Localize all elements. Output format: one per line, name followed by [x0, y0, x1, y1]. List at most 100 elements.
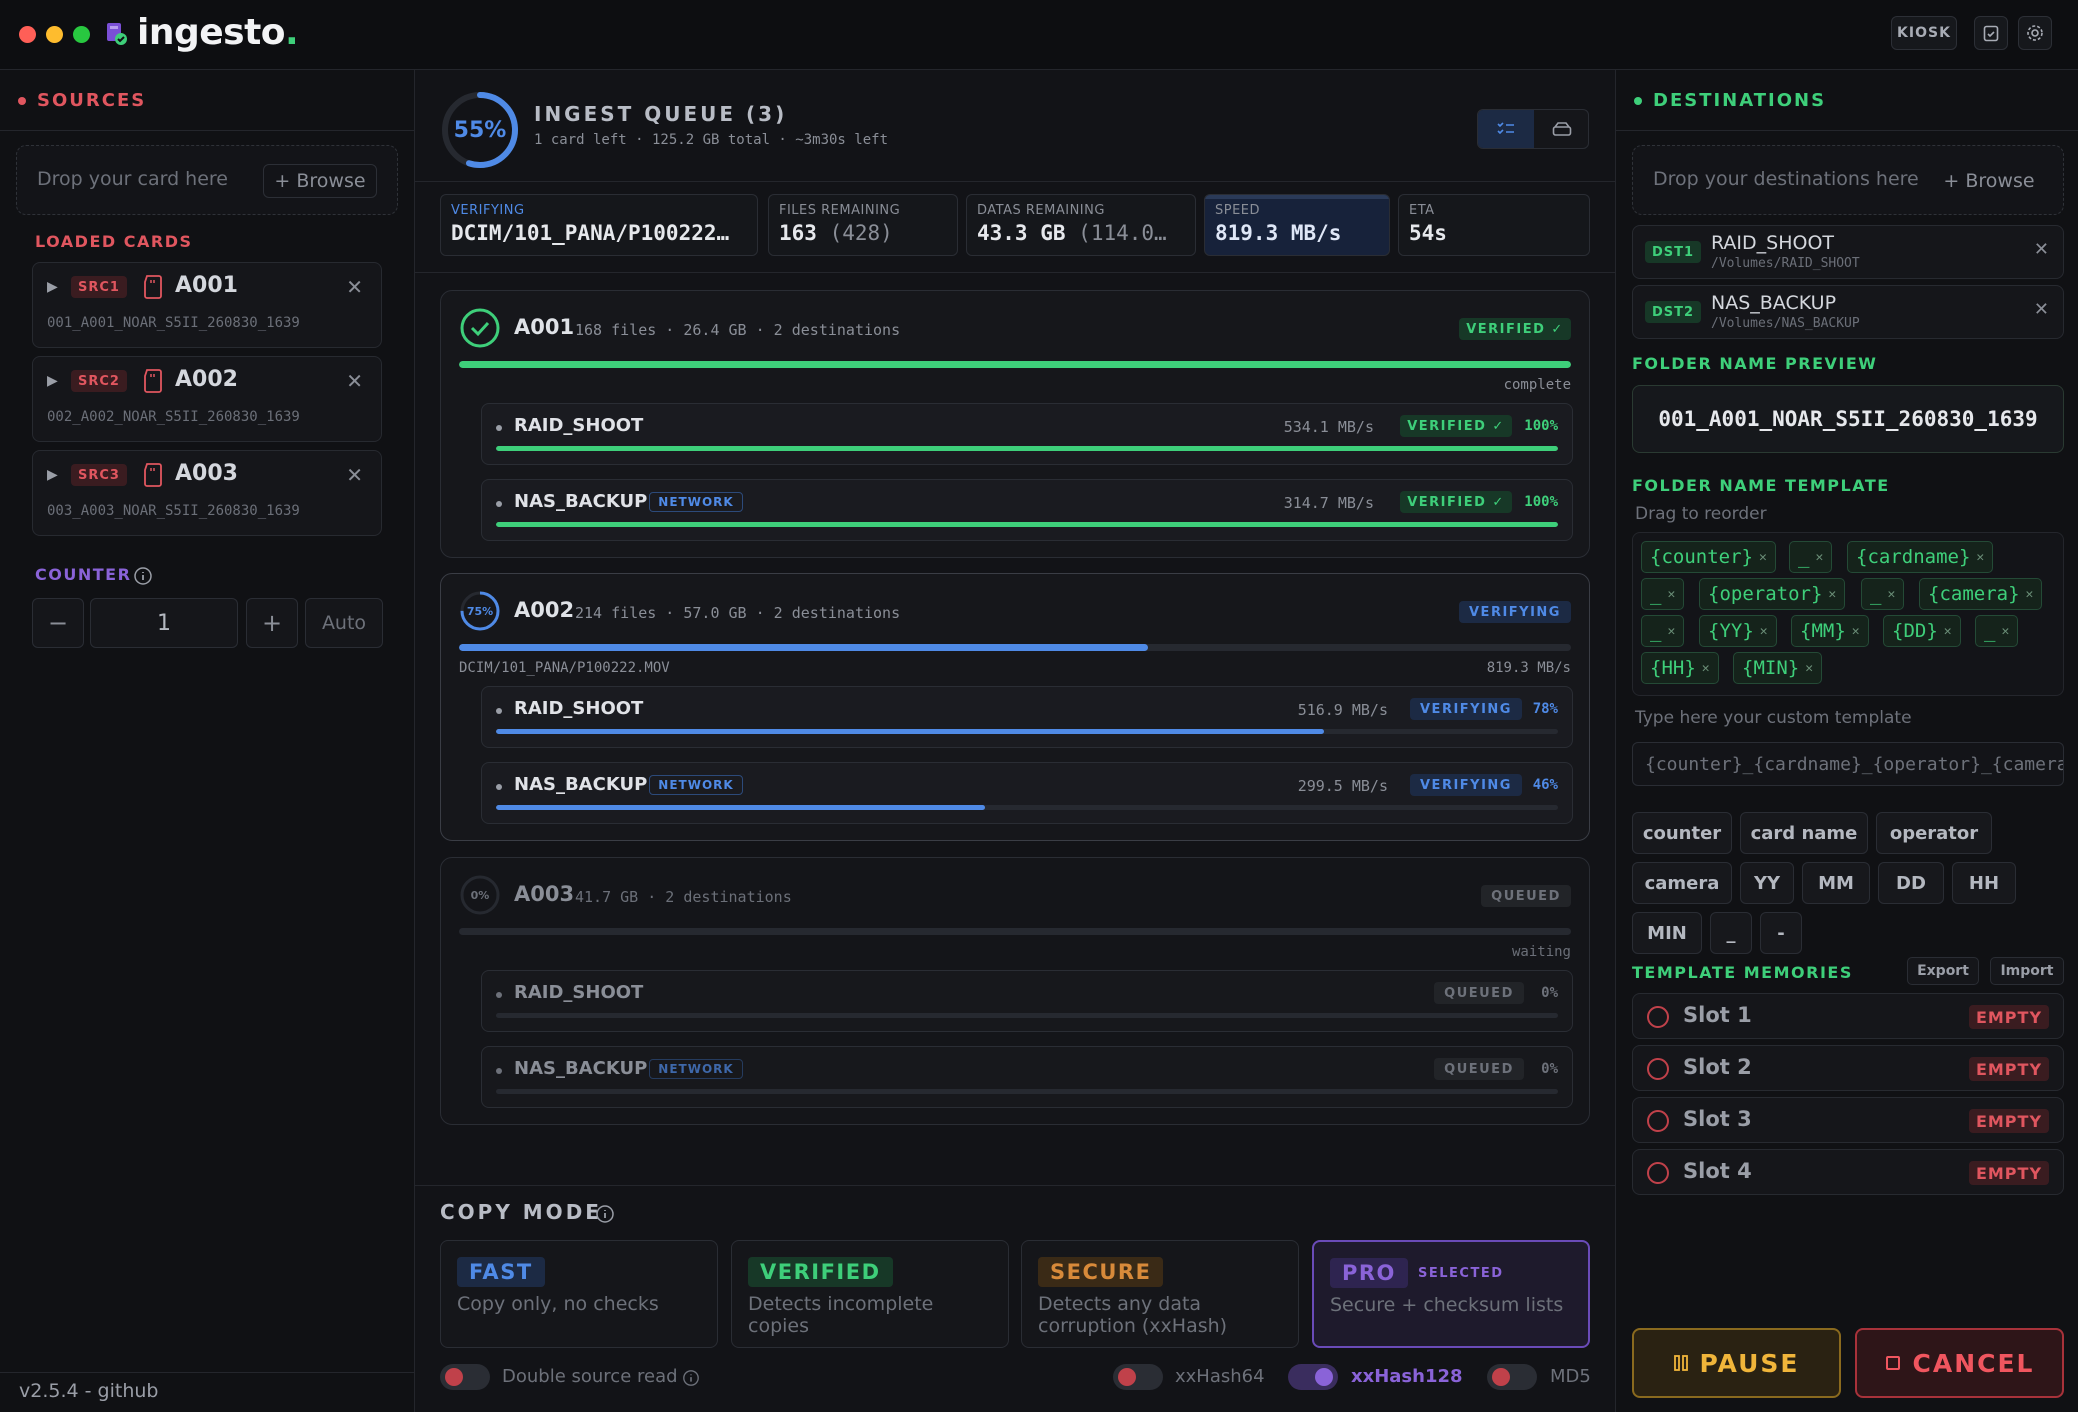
destination-name: RAID_SHOOT [514, 415, 644, 436]
token-button[interactable]: YY [1740, 862, 1794, 904]
destination-dropzone[interactable]: Drop your destinations here + Browse [1632, 145, 2064, 215]
template-chip[interactable]: {cardname} ✕ [1847, 541, 1994, 573]
memory-slot[interactable]: Slot 3 EMPTY [1632, 1097, 2064, 1143]
template-chip[interactable]: {camera} ✕ [1919, 578, 2043, 610]
token-button[interactable]: DD [1878, 862, 1944, 904]
counter-title: COUNTER [35, 565, 132, 584]
queue-card-details: 41.7 GB · 2 destinations [575, 888, 792, 906]
counter-input[interactable]: 1 [90, 598, 238, 648]
source-badge: SRC2 [71, 370, 127, 392]
destination-browse-button[interactable]: + Browse [1929, 164, 2049, 198]
cancel-button[interactable]: CANCEL [1855, 1328, 2064, 1398]
destination-progress: RAID_SHOOT 516.9 MB/s VERIFYING 78% [481, 686, 1573, 748]
counter-auto-button[interactable]: Auto [305, 598, 383, 648]
status-badge: QUEUED [1481, 885, 1571, 907]
remove-card-button[interactable]: ✕ [346, 463, 363, 487]
memory-slot[interactable]: Slot 4 EMPTY [1632, 1149, 2064, 1195]
drive-view-button[interactable] [1534, 110, 1590, 148]
template-chip[interactable]: _ ✕ [1641, 578, 1685, 610]
token-button[interactable]: MIN [1632, 912, 1702, 954]
token-button[interactable]: counter [1632, 812, 1732, 854]
token-button[interactable]: card name [1740, 812, 1868, 854]
destination-percent: 0% [1541, 985, 1558, 1001]
info-icon[interactable] [682, 1369, 700, 1387]
queue-title: INGEST QUEUE (3) [534, 102, 788, 126]
destination-percent: 46% [1532, 777, 1558, 793]
sources-dot-icon [18, 97, 26, 105]
xxhash64-label: xxHash64 [1175, 1366, 1265, 1387]
template-chip[interactable]: _ ✕ [1641, 615, 1685, 647]
template-chip[interactable]: _ ✕ [1789, 541, 1833, 573]
mode-secure[interactable]: SECURE Detects any data corruption (xxHa… [1021, 1240, 1299, 1348]
template-chip[interactable]: {HH} ✕ [1641, 652, 1719, 684]
token-button[interactable]: operator [1876, 812, 1992, 854]
mode-description: Copy only, no checks [457, 1293, 659, 1315]
settings-button[interactable] [2018, 16, 2052, 50]
destination-progress-bar [496, 729, 1558, 734]
info-icon[interactable] [595, 1204, 615, 1224]
custom-template-input[interactable]: {counter}_{cardname}_{operator}_{camera}… [1632, 742, 2064, 786]
template-chip[interactable]: {MM} ✕ [1791, 615, 1869, 647]
pause-button[interactable]: PAUSE [1632, 1328, 1841, 1398]
memory-slot[interactable]: Slot 1 EMPTY [1632, 993, 2064, 1039]
xxhash64-toggle[interactable] [1113, 1364, 1163, 1390]
loaded-card[interactable]: ▶ SRC2 A002 002_A002_NOAR_S5II_260830_16… [32, 356, 382, 442]
remove-card-button[interactable]: ✕ [346, 275, 363, 299]
destination-item[interactable]: DST2 NAS_BACKUP /Volumes/NAS_BACKUP ✕ [1632, 285, 2064, 339]
template-chip[interactable]: {YY} ✕ [1699, 615, 1777, 647]
remove-destination-button[interactable]: ✕ [2034, 299, 2049, 320]
export-button[interactable]: Export [1907, 957, 1979, 985]
counter-decrement-button[interactable]: − [32, 598, 84, 648]
stat-value: 819.3 MB/s [1215, 221, 1342, 245]
template-chip[interactable]: {counter} ✕ [1641, 541, 1776, 573]
source-browse-button[interactable]: + Browse [263, 164, 377, 198]
expand-arrow-icon[interactable]: ▶ [47, 279, 58, 295]
loaded-card[interactable]: ▶ SRC1 A001 001_A001_NOAR_S5II_260830_16… [32, 262, 382, 348]
token-button[interactable]: MM [1802, 862, 1870, 904]
template-chip-area: {counter} ✕ _ ✕ {cardname} ✕ _ ✕ {operator} ✕… [1632, 532, 2064, 696]
memory-slot[interactable]: Slot 2 EMPTY [1632, 1045, 2064, 1091]
mode-verified[interactable]: VERIFIED Detects incomplete copies [731, 1240, 1009, 1348]
template-chip[interactable]: {DD} ✕ [1883, 615, 1961, 647]
source-dropzone[interactable]: Drop your card here + Browse [16, 145, 398, 215]
source-badge: SRC1 [71, 276, 127, 298]
checklist-button[interactable] [1974, 16, 2008, 50]
counter-increment-button[interactable]: + [246, 598, 298, 648]
queue-card[interactable]: 0% A003 41.7 GB · 2 destinations QUEUED … [440, 857, 1590, 1125]
list-view-button[interactable] [1478, 110, 1534, 148]
queue-card[interactable]: 75% A002 214 files · 57.0 GB · 2 destina… [440, 573, 1590, 841]
md5-toggle[interactable] [1487, 1364, 1537, 1390]
expand-arrow-icon[interactable]: ▶ [47, 467, 58, 483]
token-button[interactable]: - [1760, 912, 1802, 954]
minimize-window-button[interactable] [46, 26, 63, 43]
queue-card[interactable]: A001 168 files · 26.4 GB · 2 destination… [440, 290, 1590, 558]
queue-card-details: 168 files · 26.4 GB · 2 destinations [575, 321, 901, 339]
import-button[interactable]: Import [1990, 957, 2064, 985]
mode-pro[interactable]: PRO SELECTED Secure + checksum lists [1312, 1240, 1590, 1348]
token-button[interactable]: camera [1632, 862, 1732, 904]
kiosk-button[interactable]: KIOSK [1891, 16, 1957, 50]
view-toggle [1477, 109, 1589, 149]
version-link[interactable]: v2.5.4 - github [19, 1380, 158, 1402]
template-chip[interactable]: {operator} ✕ [1699, 578, 1846, 610]
expand-arrow-icon[interactable]: ▶ [47, 373, 58, 389]
destination-item[interactable]: DST1 RAID_SHOOT /Volumes/RAID_SHOOT ✕ [1632, 225, 2064, 279]
close-window-button[interactable] [19, 26, 36, 43]
remove-card-button[interactable]: ✕ [346, 369, 363, 393]
info-icon[interactable] [133, 566, 153, 586]
loaded-card[interactable]: ▶ SRC3 A003 003_A003_NOAR_S5II_260830_16… [32, 450, 382, 536]
template-chip[interactable]: _ ✕ [1861, 578, 1905, 610]
token-button[interactable]: HH [1952, 862, 2016, 904]
xxhash128-toggle[interactable] [1288, 1364, 1338, 1390]
destination-name: NAS_BACKUP [514, 491, 648, 512]
mode-fast[interactable]: FAST Copy only, no checks [440, 1240, 718, 1348]
queue-card-note: complete [1503, 377, 1571, 393]
destination-path: /Volumes/NAS_BACKUP [1711, 316, 1860, 331]
network-badge: NETWORK [649, 775, 743, 795]
token-button[interactable]: _ [1710, 912, 1752, 954]
template-chip[interactable]: {MIN} ✕ [1733, 652, 1823, 684]
remove-destination-button[interactable]: ✕ [2034, 239, 2049, 260]
double-source-toggle[interactable] [440, 1364, 490, 1390]
template-chip[interactable]: _ ✕ [1975, 615, 2019, 647]
maximize-window-button[interactable] [73, 26, 90, 43]
